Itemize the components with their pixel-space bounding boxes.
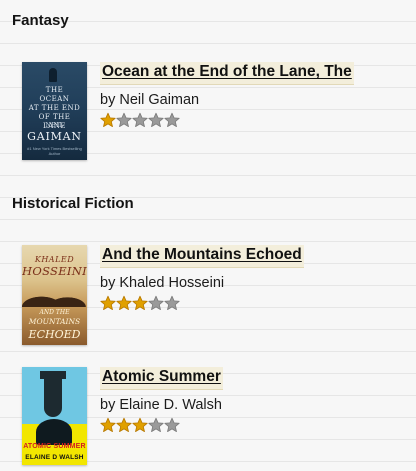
cover-title-line1: AND THE (39, 309, 70, 316)
star-empty-icon (148, 295, 164, 311)
star-rating (100, 417, 223, 433)
cover-title-text: ATOMIC SUMMER (23, 443, 86, 450)
star-rating (100, 295, 304, 311)
book-info: And the Mountains Echoed by Khaled Hosse… (100, 245, 304, 311)
star-empty-icon (164, 417, 180, 433)
cover-bomb-illustration (44, 375, 62, 417)
star-filled-icon (132, 295, 148, 311)
star-empty-icon (116, 112, 132, 128)
cover-silhouette-illustration (22, 283, 87, 307)
star-empty-icon (164, 295, 180, 311)
star-filled-icon (100, 295, 116, 311)
book-info: Atomic Summer by Elaine D. Walsh (100, 367, 223, 433)
star-filled-icon (100, 417, 116, 433)
book-cover-ocean[interactable]: THE OCEAN AT THE END OF THE LANE NEIL GA… (22, 62, 87, 160)
star-empty-icon (164, 112, 180, 128)
section-heading-fantasy: Fantasy (12, 12, 69, 29)
book-info: Ocean at the End of the Lane, The by Nei… (100, 62, 354, 128)
cover-figure-illustration (49, 68, 57, 82)
cover-title-line2: MOUNTAINS (28, 317, 81, 326)
cover-tagline: #1 New York Times Bestselling Author (27, 146, 82, 156)
book-title-link[interactable]: Ocean at the End of the Lane, The (100, 62, 354, 85)
book-author: by Khaled Hosseini (100, 275, 225, 291)
cover-title-line3: ECHOED (28, 328, 81, 341)
star-empty-icon (148, 417, 164, 433)
star-filled-icon (116, 295, 132, 311)
star-filled-icon (100, 112, 116, 128)
cover-figure-illustration (36, 419, 72, 445)
cover-author-text: ELAINE D WALSH (25, 454, 84, 461)
star-rating (100, 112, 354, 128)
book-author: by Neil Gaiman (100, 92, 200, 108)
cover-author-last: HOSSEINI (22, 264, 87, 278)
star-empty-icon (148, 112, 164, 128)
star-empty-icon (132, 112, 148, 128)
book-cover-mountains[interactable]: KHALED HOSSEINI AND THE MOUNTAINS ECHOED (22, 245, 87, 345)
cover-author-first: NEIL (45, 122, 64, 129)
star-filled-icon (132, 417, 148, 433)
book-cover-atomic-summer[interactable]: ATOMIC SUMMER ELAINE D WALSH (22, 367, 87, 465)
book-title-link[interactable]: Atomic Summer (100, 367, 223, 390)
star-filled-icon (116, 417, 132, 433)
book-title-link[interactable]: And the Mountains Echoed (100, 245, 304, 268)
book-author: by Elaine D. Walsh (100, 397, 222, 413)
cover-author-last: GAIMAN (27, 130, 82, 143)
section-heading-historical-fiction: Historical Fiction (12, 195, 134, 212)
cover-author-first: KHALED (34, 255, 75, 264)
